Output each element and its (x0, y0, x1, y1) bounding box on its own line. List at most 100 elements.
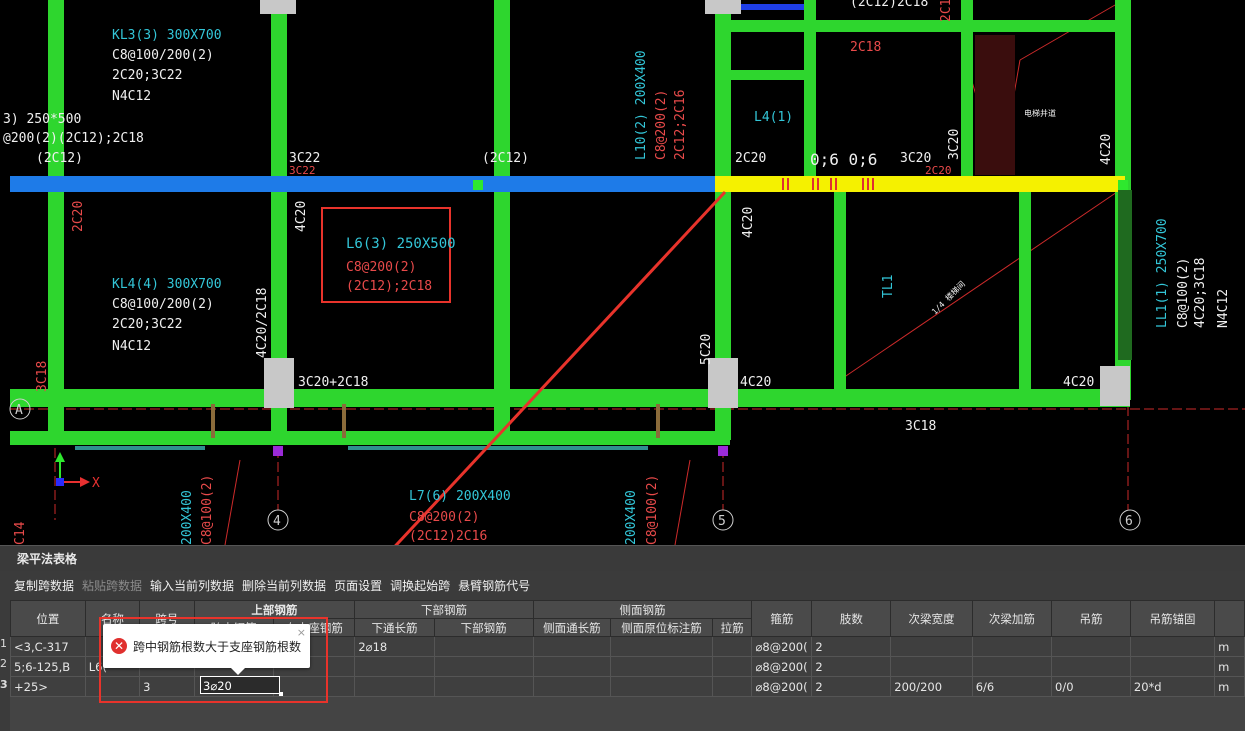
row-number: 2 (0, 657, 7, 670)
cell-extra[interactable]: m (1214, 676, 1245, 697)
cell-stirrup[interactable]: ⌀8@200( (751, 636, 813, 657)
cell-position[interactable]: +25> (10, 676, 86, 697)
bar-teal-1 (75, 446, 205, 450)
cell-hanger[interactable]: 0/0 (1051, 676, 1131, 697)
col-position[interactable]: 位置 (10, 600, 86, 637)
callout-box-error (99, 617, 328, 703)
col-group-top[interactable]: 上部钢筋 (193, 600, 356, 619)
cell-side-through[interactable] (532, 676, 612, 697)
col-group-side[interactable]: 侧面钢筋 (532, 600, 753, 619)
cell-sub-add[interactable]: 6/6 (971, 676, 1053, 697)
cell-side-through[interactable] (532, 636, 612, 657)
cad-drawing-canvas[interactable]: KL3(3) 300X700 C8@100/200(2) 2C20;3C22 N… (0, 0, 1245, 545)
ll1-stirrup: C8@100(2) (1176, 258, 1191, 328)
ann-2c20: 2C20 (735, 151, 766, 166)
cell-tie[interactable] (711, 656, 753, 677)
cell-bottom-through[interactable] (354, 676, 435, 697)
ann-2c16: 2C16 (939, 0, 954, 22)
col-stirrup[interactable]: 箍筋 (751, 600, 813, 637)
bar-teal-2 (348, 446, 648, 450)
cell-sub-add[interactable] (971, 636, 1053, 657)
cell-extra[interactable]: m (1214, 636, 1245, 657)
col-sub-width[interactable]: 次梁宽度 (890, 600, 973, 637)
cell-side-through[interactable] (532, 656, 612, 677)
cell-sub-add[interactable] (971, 656, 1053, 677)
left-cut-2: @200(2)(2C12);2C18 (3, 131, 144, 146)
ann-4c20-2c18: 4C20/2C18 (255, 288, 270, 358)
paste-span-data-button[interactable]: 粘贴跨数据 (82, 577, 142, 594)
cad-drawing[interactable]: KL3(3) 300X700 C8@100/200(2) 2C20;3C22 N… (0, 0, 1245, 545)
cell-bottom-through[interactable]: 2⌀18 (354, 636, 435, 657)
input-column-data-button[interactable]: 输入当前列数据 (150, 577, 234, 594)
cell-legs[interactable]: 2 (811, 636, 892, 657)
dark-green-strip (1118, 190, 1132, 360)
col-hanger[interactable]: 吊筋 (1051, 600, 1131, 637)
ucs-axis-icon (55, 452, 90, 487)
ann-2c20-left: 2C20 (71, 201, 86, 232)
col-extra[interactable] (1214, 600, 1245, 637)
copy-span-data-button[interactable]: 复制跨数据 (14, 577, 74, 594)
page-setup-button[interactable]: 页面设置 (334, 577, 382, 594)
cell-tie[interactable] (711, 636, 753, 657)
l6-bars: (2C12);2C18 (346, 279, 432, 294)
ll1-top: 4C20;3C18 (1193, 258, 1208, 328)
ann-2c12: (2C12) (482, 151, 529, 166)
blue-beam-top (736, 4, 804, 10)
cell-hanger-anchor[interactable] (1129, 656, 1216, 677)
col-legs[interactable]: 肢数 (811, 600, 892, 637)
cell-sub-width[interactable] (890, 656, 973, 677)
col-bottom-bar[interactable]: 下部钢筋 (433, 618, 534, 637)
cell-side-orig[interactable] (610, 636, 713, 657)
ann-3c20-vert: 3C20 (947, 129, 962, 160)
cell-stirrup[interactable]: ⌀8@200( (751, 676, 813, 697)
mid-vert-2: C8@100(2) (645, 475, 660, 545)
ll1-side: N4C12 (1216, 289, 1231, 328)
cell-hanger[interactable] (1051, 636, 1131, 657)
col-tie[interactable]: 拉筋 (711, 618, 753, 637)
cell-side-orig[interactable] (610, 676, 713, 697)
cell-bottom-bar[interactable] (433, 656, 534, 677)
grid-lines (10, 0, 1245, 545)
small-markers (211, 180, 1128, 456)
panel-title: 梁平法表格 (0, 545, 1245, 571)
axis-a-label: A (15, 403, 23, 418)
cell-extra[interactable]: m (1214, 656, 1245, 677)
cell-position[interactable]: <3,C-317 (10, 636, 86, 657)
cell-side-orig[interactable] (610, 656, 713, 677)
cell-sub-width[interactable] (890, 636, 973, 657)
l4-name: L4(1) (754, 110, 793, 125)
cell-hanger-anchor[interactable]: 20*d (1129, 676, 1216, 697)
row-number: 3 (0, 678, 8, 691)
cell-bottom-bar[interactable] (433, 636, 534, 657)
col-side-orig[interactable]: 侧面原位标注筋 (610, 618, 713, 637)
cell-sub-width[interactable]: 200/200 (890, 676, 973, 697)
l6-name: L6(3) 250X500 (346, 236, 456, 252)
cell-bottom-bar[interactable] (433, 676, 534, 697)
col-bottom-through[interactable]: 下通长筋 (354, 618, 435, 637)
col-side-through[interactable]: 侧面通长筋 (532, 618, 612, 637)
ann-4c20-right: 4C20 (1099, 134, 1114, 165)
delete-column-data-button[interactable]: 删除当前列数据 (242, 577, 326, 594)
cell-position[interactable]: 5;6-125,B (10, 656, 86, 677)
col-sub-add[interactable]: 次梁加筋 (971, 600, 1053, 637)
col-hanger-anchor[interactable]: 吊筋锚固 (1129, 600, 1216, 637)
cell-legs[interactable]: 2 (811, 656, 892, 677)
cell-stirrup[interactable]: ⌀8@200( (751, 656, 813, 677)
tl1-label: TL1 (881, 275, 896, 298)
cell-legs[interactable]: 2 (811, 676, 892, 697)
cell-tie[interactable] (711, 676, 753, 697)
axis-6-label: 6 (1125, 514, 1133, 529)
cell-hanger-anchor[interactable] (1129, 636, 1216, 657)
cell-bottom-through[interactable] (354, 656, 435, 677)
swap-start-span-button[interactable]: 调换起始跨 (390, 577, 450, 594)
ann-4c20-col: 4C20 (294, 201, 309, 232)
ann-4c20-low: 4C20 (740, 375, 771, 390)
left-vert-1: 200X400 (180, 490, 195, 545)
col-group-bottom[interactable]: 下部钢筋 (354, 600, 534, 619)
panel-toolbar: 复制跨数据 粘贴跨数据 输入当前列数据 删除当前列数据 页面设置 调换起始跨 悬… (0, 573, 1245, 597)
green-beams (10, 0, 1131, 445)
kl3-name: KL3(3) 300X700 (112, 28, 222, 43)
cantilever-bar-code-button[interactable]: 悬臂钢筋代号 (458, 577, 530, 594)
cell-hanger[interactable] (1051, 656, 1131, 677)
small-note-1: 电梯井道 (1024, 108, 1056, 118)
